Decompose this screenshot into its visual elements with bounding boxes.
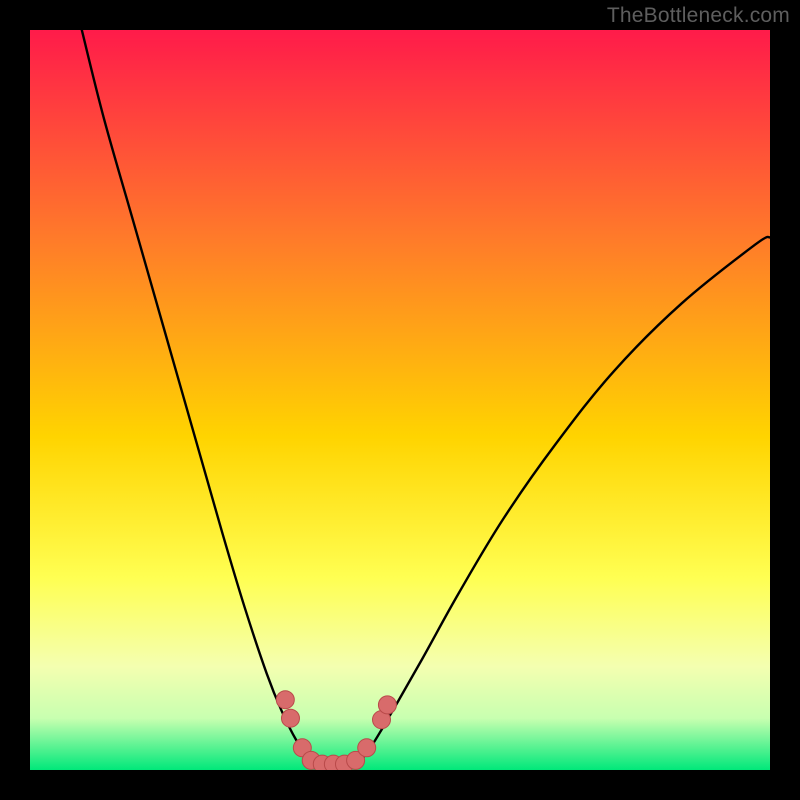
gradient-panel [30, 30, 770, 770]
data-marker [358, 739, 376, 757]
chart-container: { "watermark": "TheBottleneck.com", "col… [0, 0, 800, 800]
data-marker [281, 709, 299, 727]
watermark-text: TheBottleneck.com [607, 4, 790, 28]
data-marker [378, 696, 396, 714]
data-marker [276, 691, 294, 709]
plot-svg [30, 30, 770, 770]
